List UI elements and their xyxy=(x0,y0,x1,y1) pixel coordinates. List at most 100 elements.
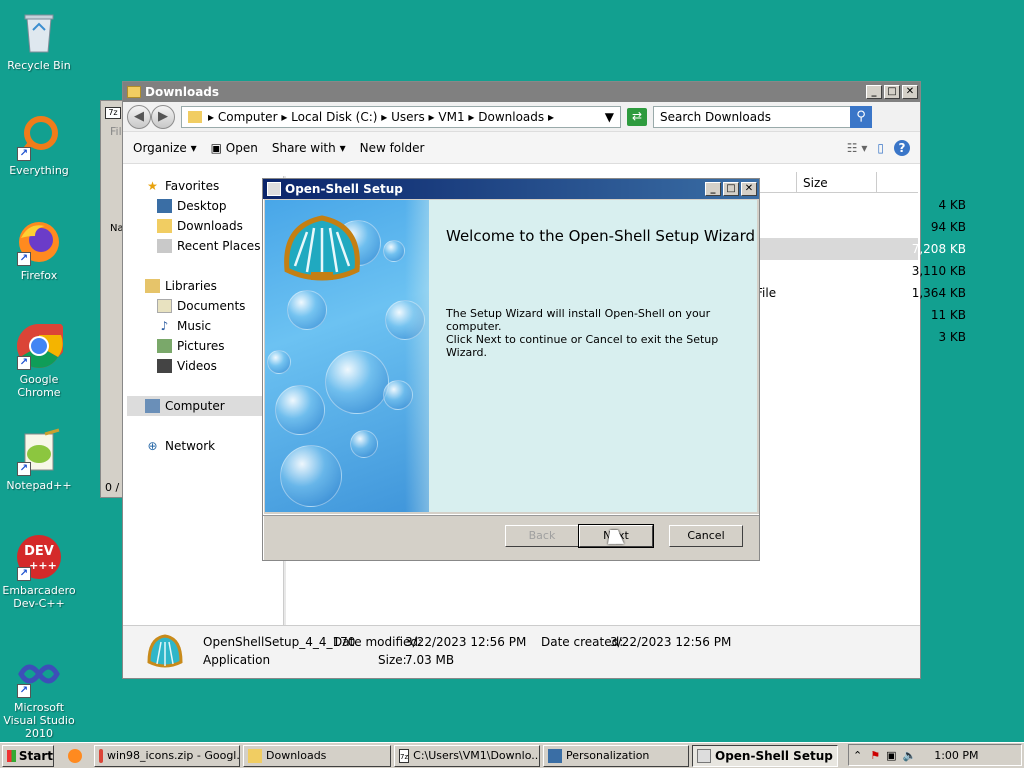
devcpp-icon: DEV +++ ↗ xyxy=(15,533,63,581)
setup-welcome-panel: Welcome to the Open-Shell Setup Wizard T… xyxy=(265,200,757,512)
downloads-folder-icon xyxy=(157,219,172,233)
tray-expand-icon[interactable]: ⌃ xyxy=(853,749,862,762)
desktop-icon-label: Google Chrome xyxy=(17,373,61,399)
details-size-label: Size: xyxy=(378,653,407,667)
breadcrumb-users[interactable]: Users xyxy=(391,110,425,124)
explorer-toolbar: Organize ▾ ▣ Open Share with ▾ New folde… xyxy=(123,132,920,164)
share-with-button[interactable]: Share with ▾ xyxy=(272,141,346,155)
shortcut-arrow-icon: ↗ xyxy=(17,356,31,370)
nav-desktop[interactable]: Desktop xyxy=(127,196,283,216)
task-downloads[interactable]: Downloads xyxy=(243,744,391,767)
nav-downloads[interactable]: Downloads xyxy=(127,216,283,236)
taskbar: Start win98_icons.zip - Googl... Downloa… xyxy=(0,742,1024,768)
desktop-icon-recycle-bin[interactable]: Recycle Bin xyxy=(0,8,78,72)
details-modified-value: 3/22/2023 12:56 PM xyxy=(405,635,527,649)
address-dropdown-icon[interactable]: ▼ xyxy=(605,110,614,124)
desktop-icon-label: Embarcadero Dev-C++ xyxy=(2,584,76,610)
clock[interactable]: 1:00 PM xyxy=(934,749,978,762)
minimize-button[interactable]: _ xyxy=(866,85,882,99)
nav-favorites[interactable]: ★ Favorites xyxy=(127,176,283,196)
search-icon[interactable]: ⚲ xyxy=(850,105,872,128)
breadcrumb-vm1[interactable]: VM1 xyxy=(438,110,464,124)
computer-icon xyxy=(145,399,160,413)
task-chrome[interactable]: win98_icons.zip - Googl... xyxy=(94,744,240,767)
folder-download-icon xyxy=(188,110,202,123)
task-7zip[interactable]: 7z C:\Users\VM1\Downlo... xyxy=(394,744,540,767)
desktop-icon-visual-studio[interactable]: ↗ Microsoft Visual Studio 2010 xyxy=(0,650,78,740)
pictures-icon xyxy=(157,339,172,353)
personalization-icon xyxy=(548,748,562,763)
setup-close-button[interactable]: ✕ xyxy=(741,182,757,196)
cancel-button[interactable]: Cancel xyxy=(669,525,743,547)
details-type: Application xyxy=(203,653,271,667)
setup-titlebar[interactable]: Open-Shell Setup _ □ ✕ xyxy=(263,179,759,199)
column-size[interactable]: Size xyxy=(803,176,828,190)
visual-studio-icon: ↗ xyxy=(15,650,63,698)
nav-documents[interactable]: Documents xyxy=(127,296,283,316)
breadcrumb-local-disk[interactable]: Local Disk (C:) xyxy=(291,110,377,124)
desktop-icon-firefox[interactable]: ↗ Firefox xyxy=(0,218,78,282)
nav-videos[interactable]: Videos xyxy=(127,356,283,376)
volume-icon[interactable]: 🔈 xyxy=(903,749,917,762)
back-button[interactable]: Back xyxy=(505,525,579,547)
documents-icon xyxy=(157,299,172,313)
desktop-icon-label: Firefox xyxy=(20,269,58,282)
new-folder-button[interactable]: New folder xyxy=(360,141,425,155)
mouse-cursor-icon xyxy=(608,530,626,544)
explorer-title: Downloads xyxy=(145,85,220,99)
preview-pane-icon[interactable]: ▯ xyxy=(877,141,884,155)
nav-network[interactable]: ⊕ Network xyxy=(127,436,283,456)
shortcut-arrow-icon: ↗ xyxy=(17,567,31,581)
wizard-line-2: Click Next to continue or Cancel to exit… xyxy=(446,333,719,359)
star-icon: ★ xyxy=(147,179,158,193)
firefox-quicklaunch-icon[interactable] xyxy=(68,748,82,763)
network-tray-icon[interactable]: ▣ xyxy=(886,749,896,762)
7zip-icon: 7z xyxy=(105,107,121,119)
navigation-pane: ★ Favorites Desktop Downloads Recent Plac… xyxy=(127,176,283,626)
action-center-icon[interactable]: ⚑ xyxy=(870,749,880,762)
network-icon: ⊕ xyxy=(147,439,158,453)
desktop-icon-everything[interactable]: ↗ Everything xyxy=(0,113,78,177)
system-tray: ⌃ ⚑ ▣ 🔈 1:00 PM xyxy=(848,744,1022,766)
setup-icon xyxy=(267,182,281,196)
forward-nav-button[interactable]: ▶ xyxy=(151,104,175,129)
nav-music[interactable]: ♪ Music xyxy=(127,316,283,336)
close-button[interactable]: ✕ xyxy=(902,85,918,99)
setup-title: Open-Shell Setup xyxy=(285,182,403,196)
music-icon: ♪ xyxy=(160,319,169,333)
setup-dialog[interactable]: Open-Shell Setup _ □ ✕ Welcome to the Op… xyxy=(262,178,760,561)
shortcut-arrow-icon: ↗ xyxy=(17,252,31,266)
maximize-button[interactable]: □ xyxy=(884,85,900,99)
recycle-bin-icon xyxy=(15,8,63,56)
task-open-shell-setup[interactable]: Open-Shell Setup xyxy=(692,744,838,767)
setup-button-row: Back Next Cancel xyxy=(263,514,759,560)
view-options-icon[interactable]: ☷ ▾ xyxy=(847,141,868,155)
desktop-icon-notepadpp[interactable]: ↗ Notepad++ xyxy=(0,428,78,492)
svg-text:+++: +++ xyxy=(29,559,57,572)
help-icon[interactable]: ? xyxy=(894,139,910,156)
organize-button[interactable]: Organize ▾ xyxy=(133,141,197,155)
start-button[interactable]: Start xyxy=(2,744,54,767)
address-bar[interactable]: ▸ Computer ▸ Local Disk (C:) ▸ Users ▸ V… xyxy=(181,105,621,128)
nav-libraries[interactable]: Libraries xyxy=(127,276,283,296)
desktop-icon-label: Recycle Bin xyxy=(7,59,71,72)
nav-computer[interactable]: Computer xyxy=(127,396,283,416)
shortcut-arrow-icon: ↗ xyxy=(17,147,31,161)
setup-minimize-button[interactable]: _ xyxy=(705,182,721,196)
task-personalization[interactable]: Personalization xyxy=(543,744,689,767)
details-size-value: 7.03 MB xyxy=(405,653,455,667)
desktop-icon-devcpp[interactable]: DEV +++ ↗ Embarcadero Dev-C++ xyxy=(0,533,78,610)
breadcrumb-downloads[interactable]: Downloads xyxy=(478,110,544,124)
breadcrumb-computer[interactable]: Computer xyxy=(218,110,278,124)
search-input[interactable]: Search Downloads ⚲ xyxy=(653,105,872,128)
open-button[interactable]: ▣ Open xyxy=(211,141,258,155)
setup-maximize-button[interactable]: □ xyxy=(723,182,739,196)
nav-pictures[interactable]: Pictures xyxy=(127,336,283,356)
chrome-icon: ↗ xyxy=(15,322,68,370)
refresh-button[interactable]: ⇄ xyxy=(627,107,647,126)
explorer-titlebar[interactable]: Downloads _ □ ✕ xyxy=(123,82,920,102)
back-nav-button[interactable]: ◀ xyxy=(127,104,151,129)
desktop-icon-chrome[interactable]: ↗ Google Chrome xyxy=(0,322,78,399)
nav-recent-places[interactable]: Recent Places xyxy=(127,236,283,256)
windows-flag-icon xyxy=(7,749,16,762)
